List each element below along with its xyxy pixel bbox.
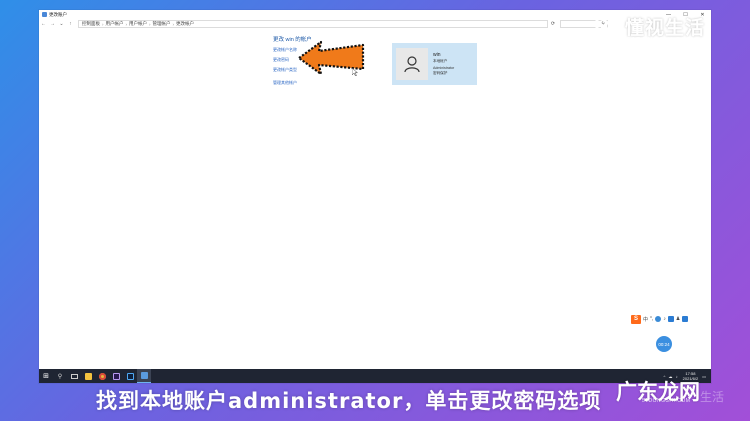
window-title: 更改账户	[49, 11, 67, 17]
user-icon	[404, 56, 420, 73]
mouse-cursor-icon	[352, 68, 358, 76]
brand-bottom-domain: 51DONGSHI.COM	[642, 398, 691, 404]
search-icon[interactable]: ⚲	[53, 369, 67, 383]
photoshop-icon[interactable]	[123, 369, 137, 383]
account-info: win 本地帐户 Administrator 密码保护	[433, 52, 454, 77]
avatar	[396, 48, 428, 80]
file-explorer-icon[interactable]	[81, 369, 95, 383]
brand-watermark-top: 懂视生活 51DONGSHI.COM	[594, 10, 734, 50]
taskbar: ⊞ ⚲ ^ ☁ ♪ 17:58 2021/6/2 ▭	[39, 369, 711, 383]
chrome-icon[interactable]	[95, 369, 109, 383]
account-type: 本地帐户	[433, 59, 448, 64]
timer-badge: 00:24	[656, 336, 672, 352]
punctuation-icon[interactable]: °,	[650, 316, 653, 322]
skin-icon[interactable]: ♟	[676, 316, 680, 322]
control-panel-taskbar-icon[interactable]	[137, 369, 151, 383]
emoji-icon[interactable]	[655, 316, 662, 322]
brand-name: 懂视生活	[625, 17, 706, 39]
control-panel-icon	[42, 12, 47, 17]
toolbox-icon[interactable]	[682, 316, 689, 322]
account-role: Administrator	[433, 65, 455, 70]
ime-mode[interactable]: 中	[643, 316, 648, 323]
breadcrumb-item[interactable]: 管理帐户	[153, 21, 171, 27]
video-subtitle: 找到本地账户administrator，单击更改密码选项	[96, 389, 602, 413]
start-button[interactable]: ⊞	[39, 369, 53, 383]
premiere-icon[interactable]	[109, 369, 123, 383]
breadcrumb-item[interactable]: 更改帐户	[176, 21, 194, 27]
breadcrumb-item[interactable]: 控制面板	[82, 21, 100, 27]
account-password-status: 密码保护	[433, 71, 448, 76]
manage-other-accounts-link[interactable]: 管理其他帐户	[273, 80, 373, 86]
microphone-icon[interactable]: ♪	[663, 316, 666, 322]
refresh-icon[interactable]: ⟳	[548, 21, 558, 27]
breadcrumb-item[interactable]: 用户帐户	[129, 21, 147, 27]
sogou-ime-icon[interactable]: S	[631, 314, 641, 324]
breadcrumb-separator-icon: ›	[125, 21, 128, 27]
dongshi-logo-icon	[595, 14, 619, 44]
brand-domain: 51DONGSHI.COM	[627, 37, 694, 44]
back-arrow-icon[interactable]: ←	[39, 21, 48, 27]
desktop-screen: 更改账户 — ☐ ✕ ← → ⌄ ↑ 控制面板 › 用户帐户 › 用户帐户 › …	[39, 10, 711, 383]
keyboard-icon[interactable]	[667, 316, 674, 322]
account-card: win 本地帐户 Administrator 密码保护	[392, 43, 477, 85]
breadcrumb-separator-icon: ›	[149, 21, 151, 27]
task-view-icon[interactable]	[67, 369, 81, 383]
forward-arrow-icon[interactable]: →	[48, 21, 57, 27]
brand-watermark-bottom: 广东龙网 生活 51DONGSHI.COM	[616, 374, 746, 418]
recent-chevron-icon[interactable]: ⌄	[57, 21, 66, 27]
breadcrumb-separator-icon: ›	[172, 21, 175, 27]
account-name: win	[433, 51, 441, 58]
breadcrumb-item[interactable]: 用户帐户	[106, 21, 124, 27]
breadcrumb-separator-icon: ›	[102, 21, 104, 27]
brand-bottom-ghost: 生活	[700, 390, 725, 404]
up-arrow-icon[interactable]: ↑	[66, 21, 75, 27]
breadcrumb[interactable]: 控制面板 › 用户帐户 › 用户帐户 › 管理帐户 › 更改帐户	[78, 20, 548, 28]
ime-toolbar[interactable]: S 中 °, ♪ ♟	[631, 314, 709, 324]
